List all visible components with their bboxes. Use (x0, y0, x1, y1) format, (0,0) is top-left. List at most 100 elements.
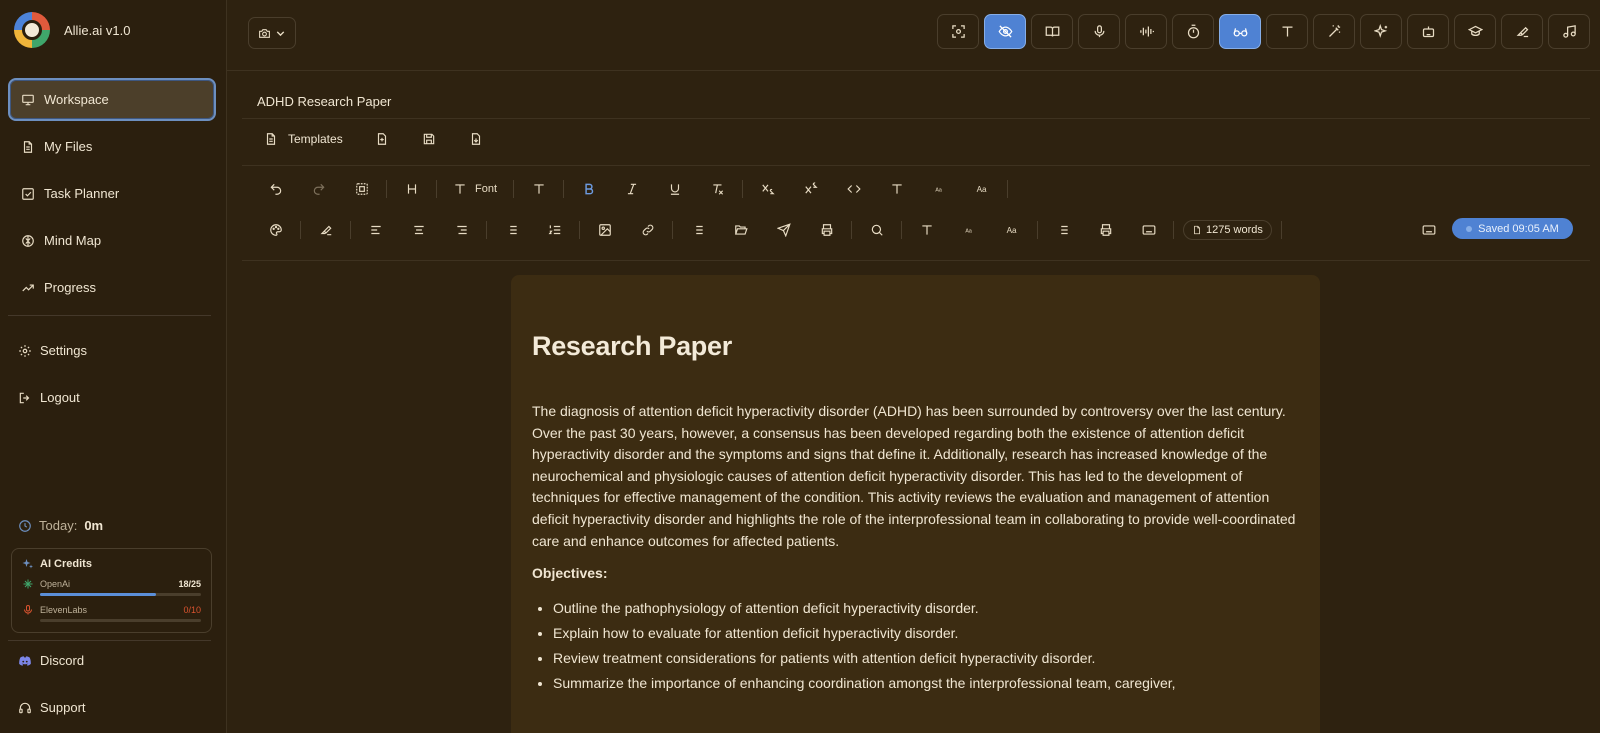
list-item[interactable]: Explain how to evaluate for attention de… (553, 621, 1299, 646)
redo-icon (312, 182, 326, 196)
robot-icon (1421, 24, 1436, 39)
bold-button[interactable] (567, 177, 610, 201)
sidebar-item-label: Progress (44, 280, 97, 295)
outline-button[interactable] (676, 218, 719, 242)
document-heading[interactable]: Research Paper (532, 331, 1299, 362)
align-left-icon (369, 223, 383, 237)
list-item[interactable]: Outline the pathophysiology of attention… (553, 596, 1299, 621)
send-button[interactable] (762, 218, 805, 242)
timer-button[interactable] (1172, 14, 1214, 49)
saved-status: Saved 09:05 AM (1478, 222, 1559, 235)
reader-button[interactable] (1031, 14, 1073, 49)
settings-label: Settings (40, 343, 87, 358)
bold-icon (582, 182, 596, 196)
file-export-icon (469, 132, 483, 146)
small-text-icon: Aa (963, 223, 977, 237)
dictation-button[interactable] (1078, 14, 1120, 49)
open-folder-button[interactable] (719, 218, 762, 242)
sidebar-item-task-planner[interactable]: Task Planner (8, 172, 216, 215)
select-all-button[interactable] (340, 177, 383, 201)
eye-off-icon (998, 24, 1013, 39)
numbered-list-button[interactable] (533, 218, 576, 242)
brand[interactable]: Allie.ai v1.0 (14, 12, 130, 48)
hide-distractions-button[interactable] (984, 14, 1026, 49)
underline-button[interactable] (653, 177, 696, 201)
monitor-icon (21, 93, 35, 107)
italic-button[interactable] (610, 177, 653, 201)
highlighter-button[interactable] (1501, 14, 1543, 49)
align-left-button[interactable] (354, 218, 397, 242)
objectives-heading[interactable]: Objectives: (532, 565, 1299, 581)
sidebar-item-workspace[interactable]: Workspace (8, 78, 216, 121)
undo-button[interactable] (254, 177, 297, 201)
magic-wand-button[interactable] (1313, 14, 1355, 49)
ai-assist-button[interactable] (1360, 14, 1402, 49)
code-button[interactable] (832, 177, 875, 201)
focus-mode-button[interactable] (937, 14, 979, 49)
document-title[interactable]: ADHD Research Paper (257, 94, 391, 109)
text-icon (532, 182, 546, 196)
export-button[interactable] (469, 132, 483, 146)
decrease-size-button[interactable]: Aa (948, 218, 991, 242)
align-right-button[interactable] (440, 218, 483, 242)
music-button[interactable] (1548, 14, 1590, 49)
text-size-button[interactable] (517, 177, 560, 201)
heading-icon (405, 182, 419, 196)
reading-glasses-button[interactable] (1219, 14, 1261, 49)
increase-size-button[interactable]: Aa (961, 177, 1004, 201)
elevenlabs-label: ElevenLabs (40, 605, 88, 615)
document-editor[interactable]: Research Paper The diagnosis of attentio… (511, 275, 1320, 733)
decrease-size-button[interactable]: Aa (918, 177, 961, 201)
bullet-list-button[interactable] (490, 218, 533, 242)
audio-button[interactable] (1125, 14, 1167, 49)
document-body[interactable]: The diagnosis of attention deficit hyper… (532, 401, 1299, 552)
highlight-button[interactable] (304, 218, 347, 242)
study-button[interactable] (1454, 14, 1496, 49)
keyboard-button[interactable] (1407, 218, 1450, 242)
discord-label: Discord (40, 653, 85, 668)
print-button[interactable] (1084, 218, 1127, 242)
text-style-button[interactable] (1266, 14, 1308, 49)
color-button[interactable] (254, 218, 297, 242)
sidebar-item-progress[interactable]: Progress (8, 266, 216, 309)
sidebar-item-my-files[interactable]: My Files (8, 125, 216, 168)
elevenlabs-count: 0/10 (183, 605, 201, 615)
logout-link[interactable]: Logout (18, 390, 80, 405)
insert-link-button[interactable] (626, 218, 669, 242)
save-icon (422, 132, 436, 146)
list-item[interactable]: Review treatment considerations for pati… (553, 646, 1299, 671)
text-style-button[interactable] (905, 218, 948, 242)
heading-button[interactable] (390, 177, 433, 201)
text-style-button[interactable] (875, 177, 918, 201)
select-all-icon (355, 182, 369, 196)
openai-credit: OpenAi 18/25 (22, 578, 201, 596)
keyboard-button[interactable] (1127, 218, 1170, 242)
openai-progress-fill (40, 593, 156, 596)
increase-size-button[interactable]: Aa (991, 218, 1034, 242)
sidebar-item-mind-map[interactable]: Mind Map (8, 219, 216, 262)
format-toolbar-row-2: Aa Aa 1275 words (254, 218, 1285, 242)
save-button[interactable] (422, 132, 436, 146)
elevenlabs-credit: ElevenLabs 0/10 (22, 604, 201, 622)
superscript-button[interactable] (789, 177, 832, 201)
align-center-button[interactable] (397, 218, 440, 242)
camera-dropdown-button[interactable] (248, 17, 296, 49)
font-button[interactable]: Font (440, 177, 510, 201)
print-button[interactable] (805, 218, 848, 242)
numbered-list-icon (548, 223, 562, 237)
robot-button[interactable] (1407, 14, 1449, 49)
support-link[interactable]: Support (18, 700, 86, 715)
discord-link[interactable]: Discord (18, 653, 84, 668)
new-file-button[interactable] (375, 132, 389, 146)
search-button[interactable] (855, 218, 898, 242)
file-plus-icon (375, 132, 389, 146)
list-item[interactable]: Summarize the importance of enhancing co… (553, 671, 1299, 696)
templates-button[interactable]: Templates (264, 132, 343, 146)
outline-button[interactable] (1041, 218, 1084, 242)
redo-button[interactable] (297, 177, 340, 201)
clear-format-button[interactable] (696, 177, 739, 201)
insert-image-button[interactable] (583, 218, 626, 242)
subscript-button[interactable] (746, 177, 789, 201)
settings-link[interactable]: Settings (18, 343, 87, 358)
timer-icon (1186, 24, 1201, 39)
